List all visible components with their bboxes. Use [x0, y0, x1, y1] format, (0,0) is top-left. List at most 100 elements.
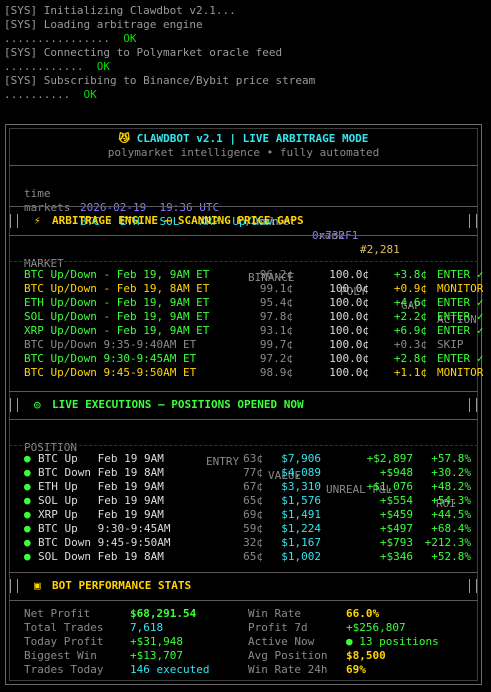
table-row[interactable]: BTC Up/Down 9:45-9:50AM ET 98.9¢ 100.0¢ +1.…: [6, 366, 484, 380]
poly-price: 100.0¢: [329, 324, 369, 337]
exec-section-title: LIVE EXECUTIONS — POSITIONS OPENED NOW: [52, 398, 304, 411]
section-edge: [10, 398, 18, 412]
boot-text: [SYS] Connecting to Polymarket oracle fe…: [4, 46, 283, 59]
table-row[interactable]: ● BTC Up Feb 19 9AM 63¢ $7,906 +$2,897 +57.8%: [6, 452, 481, 466]
market-name: BTC Up/Down - Feb 19, 8AM ET: [24, 282, 210, 295]
arb-column-headers: MARKET BINANCE POLY GAP ACTION: [6, 243, 481, 326]
stat-value: +$256,807: [346, 621, 406, 634]
unreal-pnl: +$554: [379, 494, 413, 507]
gap-value: +0.9¢: [393, 282, 427, 295]
gap-value: +1.1¢: [393, 366, 427, 379]
roi-value: +44.5%: [431, 508, 471, 521]
section-edge: [469, 214, 477, 228]
position-value: $1,002: [281, 550, 321, 563]
stats-section-header: ▣ BOT PERFORMANCE STATS: [10, 575, 477, 597]
position-value: $1,491: [281, 508, 321, 521]
boot-text: [SYS] Loading arbitrage engine: [4, 18, 203, 31]
stat-label: Active Now: [248, 635, 315, 648]
section-edge: [10, 579, 18, 593]
section-edge: [469, 398, 477, 412]
table-row[interactable]: BTC Up/Down 9:30-9:45AM ET 97.2¢ 100.0¢ +2.…: [6, 352, 483, 366]
poly-price: 100.0¢: [329, 366, 369, 379]
entry-price: 65¢: [243, 494, 263, 507]
lightning-icon: ⚡︎: [34, 214, 41, 227]
roi-value: +68.4%: [431, 522, 471, 535]
unreal-pnl: +$497: [379, 522, 413, 535]
arb-section-title: ARBITRAGE ENGINE — SCANNING PRICE GAPS: [52, 214, 304, 227]
action-status: MONITOR: [437, 282, 484, 295]
status-dot-icon: ●: [24, 452, 31, 465]
table-row[interactable]: ● BTC Down Feb 19 8AM 77¢ $4,089 +$948 +30.2%: [6, 466, 481, 480]
boot-text: [SYS] Subscribing to Binance/Bybit price…: [4, 74, 316, 87]
binance-price: 99.1¢: [259, 282, 293, 295]
entry-price: 69¢: [243, 508, 263, 521]
poly-price: 100.0¢: [329, 296, 369, 309]
stat-value: +$31,948: [130, 635, 183, 648]
market-name: XRP Up/Down - Feb 19, 9AM ET: [24, 324, 210, 337]
position-value: $4,089: [281, 466, 321, 479]
unreal-pnl: +$1,076: [366, 480, 413, 493]
stat-value: $68,291.54: [130, 607, 197, 620]
status-dot-icon: ●: [24, 466, 31, 479]
table-row[interactable]: ETH Up/Down - Feb 19, 9AM ET 95.4¢ 100.0¢ +…: [6, 296, 484, 310]
stat-label: Net Profit: [24, 607, 91, 620]
market-name: ETH Up/Down - Feb 19, 9AM ET: [24, 296, 210, 309]
table-row[interactable]: SOL Up/Down - Feb 19, 9AM ET 97.8¢ 100.0¢ +…: [6, 310, 483, 324]
boot-line: [SYS] Initializing Clawdbot v2.1...: [4, 4, 315, 18]
stats-row: Biggest Win +$13,707 Avg Position $8,500: [6, 649, 481, 663]
stats-row: Net Profit $68,291.54 Win Rate 66.0%: [6, 607, 481, 621]
poly-price: 100.0¢: [329, 338, 369, 351]
table-row[interactable]: ● XRP Up Feb 19 9AM 69¢ $1,491 +$459 +44.5%: [6, 508, 481, 522]
table-row[interactable]: ● BTC Up 9:30-9:45AM 59¢ $1,224 +$497 +68.4%: [6, 522, 481, 536]
position-name: SOL Up Feb 19 9AM: [38, 494, 164, 507]
table-row[interactable]: BTC Up/Down - Feb 19, 9AM ET 96.2¢ 100.0¢ +…: [6, 268, 483, 282]
boot-text: [SYS] Initializing Clawdbot v2.1...: [4, 4, 236, 17]
stat-label: Today Profit: [24, 635, 104, 648]
boot-log: [SYS] Initializing Clawdbot v2.1... [SYS…: [4, 4, 315, 102]
divider: [9, 419, 478, 420]
gap-value: +2.8¢: [393, 352, 427, 365]
status-dot-icon: ●: [24, 480, 31, 493]
bot-icon: ▣: [34, 579, 41, 592]
ok-status: OK: [123, 32, 137, 45]
gap-value: +6.9¢: [393, 324, 427, 337]
position-name: BTC Up 9:30-9:45AM: [38, 522, 171, 535]
table-row[interactable]: BTC Up/Down - Feb 19, 8AM ET 99.1¢ 100.0¢ +…: [6, 282, 484, 296]
entry-price: 59¢: [243, 522, 263, 535]
divider: [9, 600, 478, 601]
action-status: SKIP: [437, 338, 464, 351]
position-name: BTC Down Feb 19 8AM: [38, 466, 164, 479]
entry-price: 77¢: [243, 466, 263, 479]
section-edge: [10, 214, 18, 228]
header-title: CLAWDBOT v2.1 | LIVE ARBITRAGE MODE: [136, 132, 369, 145]
table-row[interactable]: BTC Up/Down 9:35-9:40AM ET 99.7¢ 100.0¢ +0.…: [6, 338, 481, 352]
position-value: $1,576: [281, 494, 321, 507]
position-name: BTC Up Feb 19 9AM: [38, 452, 164, 465]
divider: [9, 261, 478, 262]
action-status: MONITOR: [437, 366, 484, 379]
table-row[interactable]: ● BTC Down 9:45-9:50AM 32¢ $1,167 +$793 +212.…: [6, 536, 481, 550]
gap-value: +3.8¢: [393, 268, 427, 281]
target-icon: ◎: [34, 398, 41, 411]
status-dot-icon: ●: [24, 522, 31, 535]
header: 😼︎ CLAWDBOT v2.1 | LIVE ARBITRAGE MODE: [6, 132, 481, 146]
stat-value: $8,500: [346, 649, 386, 662]
position-value: $1,167: [281, 536, 321, 549]
binance-price: 93.1¢: [259, 324, 293, 337]
market-name: SOL Up/Down - Feb 19, 9AM ET: [24, 310, 210, 323]
divider: [9, 391, 478, 392]
entry-price: 63¢: [243, 452, 263, 465]
divider: [9, 445, 478, 446]
table-row[interactable]: ● ETH Up Feb 19 9AM 67¢ $3,310 +$1,076 +48.2%: [6, 480, 481, 494]
table-row[interactable]: XRP Up/Down - Feb 19, 9AM ET 93.1¢ 100.0¢ +…: [6, 324, 483, 338]
stat-value: 146 executed: [130, 663, 210, 676]
stat-label: Profit 7d: [248, 621, 308, 634]
table-row[interactable]: ● SOL Down Feb 19 8AM 65¢ $1,002 +$346 +52.8%: [6, 550, 481, 564]
boot-line: [SYS] Subscribing to Binance/Bybit price…: [4, 74, 315, 88]
ok-status: OK: [96, 60, 110, 73]
market-name: BTC Up/Down 9:45-9:50AM ET: [24, 366, 197, 379]
stat-label: Avg Position: [248, 649, 328, 662]
table-row[interactable]: ● SOL Up Feb 19 9AM 65¢ $1,576 +$554 +54.3%: [6, 494, 481, 508]
market-name: BTC Up/Down - Feb 19, 9AM ET: [24, 268, 210, 281]
action-status: ENTER ✓: [437, 296, 484, 309]
